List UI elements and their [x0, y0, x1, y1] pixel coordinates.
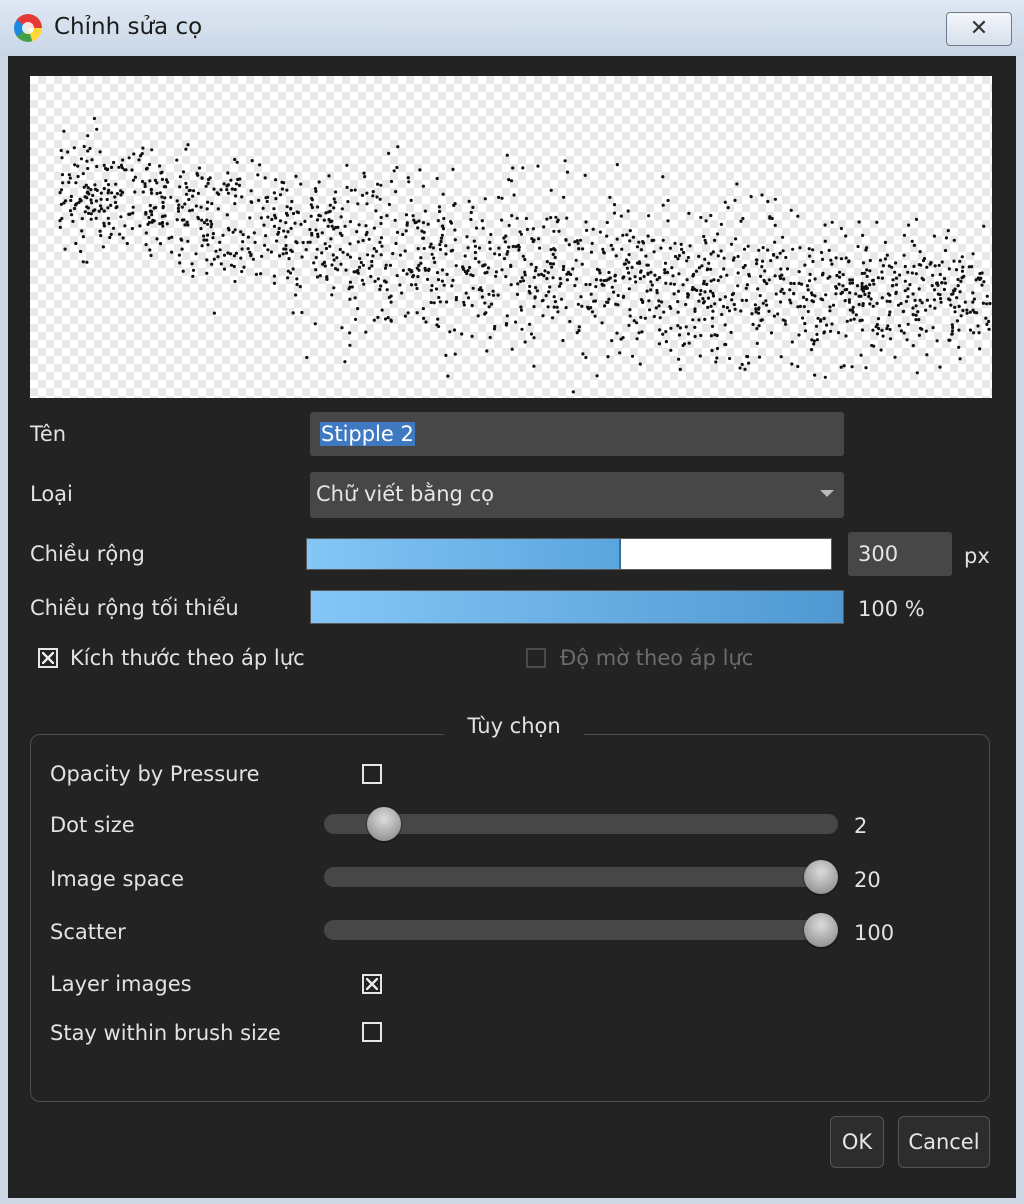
name-value: Stipple 2 — [320, 422, 415, 446]
image-space-value: 20 — [854, 868, 881, 892]
layer-images-label: Layer images — [50, 972, 192, 996]
cancel-button[interactable]: Cancel — [898, 1116, 990, 1168]
title-bar: Chỉnh sửa cọ ✕ — [0, 0, 1024, 56]
size-pressure-label: Kích thước theo áp lực — [70, 646, 305, 670]
scatter-slider[interactable] — [324, 920, 838, 940]
opacity-pressure-label: Độ mờ theo áp lực — [560, 646, 754, 670]
type-value: Chữ viết bằng cọ — [316, 482, 494, 506]
min-width-value: 100 % — [858, 597, 925, 621]
image-space-label: Image space — [50, 867, 185, 891]
dot-size-slider[interactable] — [324, 814, 838, 834]
name-input[interactable]: Stipple 2 — [310, 412, 844, 456]
ok-button[interactable]: OK — [830, 1116, 884, 1168]
min-width-slider-fill — [311, 591, 843, 623]
scatter-label: Scatter — [50, 920, 126, 944]
options-group-title: Tùy chọn — [444, 714, 584, 738]
scatter-value: 100 — [854, 921, 895, 945]
width-label: Chiều rộng — [30, 542, 145, 566]
stay-within-label: Stay within brush size — [50, 1021, 281, 1045]
image-space-slider-handle[interactable] — [804, 860, 838, 894]
close-button[interactable]: ✕ — [946, 12, 1012, 46]
layer-images-checkbox[interactable] — [362, 974, 382, 994]
app-color-wheel-icon — [14, 14, 42, 42]
name-label: Tên — [30, 422, 67, 446]
close-icon: ✕ — [969, 16, 989, 41]
dot-size-label: Dot size — [50, 813, 135, 837]
min-width-slider[interactable] — [310, 590, 844, 624]
stay-within-checkbox[interactable] — [362, 1022, 382, 1042]
dot-size-value: 2 — [854, 814, 868, 838]
opacity-by-pressure-label: Opacity by Pressure — [50, 762, 260, 786]
stipple-dots — [58, 116, 992, 394]
window-title: Chỉnh sửa cọ — [54, 14, 203, 40]
width-slider-fill — [307, 539, 622, 569]
opacity-by-pressure-checkbox[interactable] — [362, 764, 382, 784]
image-space-slider[interactable] — [324, 867, 838, 887]
width-input[interactable]: 300 — [848, 532, 952, 576]
chevron-down-icon — [820, 490, 834, 497]
options-group — [30, 734, 990, 1102]
width-unit: px — [964, 544, 990, 568]
brush-editor-dialog: Tên Stipple 2 Loại Chữ viết bằng cọ Chiề… — [8, 56, 1016, 1198]
type-select[interactable]: Chữ viết bằng cọ — [310, 472, 844, 518]
brush-stroke-preview — [30, 76, 992, 398]
size-pressure-checkbox[interactable] — [38, 648, 58, 668]
scatter-slider-handle[interactable] — [804, 913, 838, 947]
dot-size-slider-handle[interactable] — [367, 807, 402, 841]
opacity-pressure-checkbox[interactable] — [526, 648, 546, 668]
min-width-label: Chiều rộng tối thiểu — [30, 596, 239, 620]
type-label: Loại — [30, 482, 73, 506]
width-slider[interactable] — [306, 538, 832, 570]
